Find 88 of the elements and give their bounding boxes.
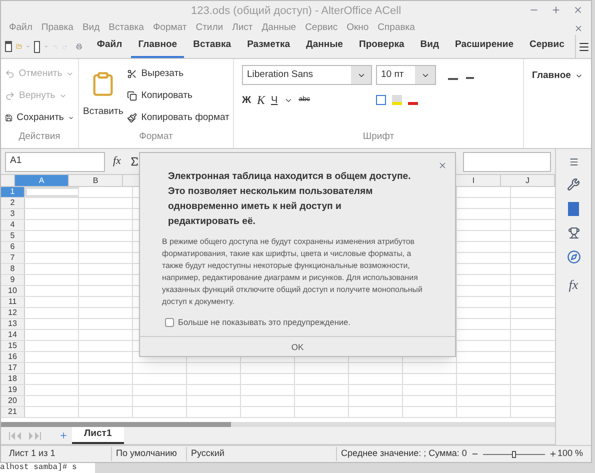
wrench-icon[interactable] [567, 178, 580, 191]
row-header[interactable]: 9 [1, 275, 25, 285]
terminal-text: alhost samba]# s [0, 463, 95, 473]
caret-icon [68, 114, 74, 122]
ribbon-tab[interactable]: Файл [90, 35, 130, 58]
close-icon[interactable] [573, 5, 583, 15]
ribbon-tab[interactable]: Разметка [240, 35, 298, 58]
row-header[interactable]: 7 [1, 253, 25, 263]
maximize-icon[interactable] [551, 5, 561, 15]
window-title: 123.ods (общий доступ) - AlterOffice ACell [190, 4, 402, 19]
group-label: Формат [138, 130, 174, 144]
row-header[interactable]: 20 [1, 396, 25, 406]
row-header[interactable]: 12 [1, 308, 25, 318]
row-header[interactable]: 17 [1, 363, 25, 373]
status-text: По умолчанию [111, 447, 186, 461]
ribbon-tab[interactable]: Вид [413, 35, 446, 58]
zoom-thumb[interactable] [512, 450, 516, 458]
ribbon-tab[interactable]: Проверка [352, 35, 412, 58]
checkbox-label: Больше не показывать это предупреждение. [178, 316, 350, 328]
scissors-icon [127, 69, 138, 79]
row-header[interactable]: 2 [1, 198, 25, 208]
sheet-navigation-icon [9, 432, 43, 440]
caret-icon [59, 92, 68, 100]
ok-button[interactable]: OK [140, 336, 455, 356]
status-text: Лист 1 из 1 [8, 447, 56, 460]
menu-button[interactable] [575, 35, 591, 58]
zoom-text: 100 % [557, 447, 584, 460]
save-icon [5, 113, 13, 123]
bold-button[interactable]: Ж [242, 92, 252, 108]
copy-button[interactable]: Копировать [127, 85, 230, 107]
trophy-icon[interactable] [568, 227, 580, 239]
sum-icon[interactable] [128, 156, 140, 167]
template-icon[interactable] [34, 40, 40, 52]
row-header[interactable]: 21 [1, 407, 25, 417]
borders-icon [376, 95, 386, 105]
window-icon[interactable] [5, 41, 12, 52]
row-header[interactable]: 18 [1, 374, 25, 384]
formula-field[interactable] [462, 152, 551, 172]
row-header[interactable]: 4 [1, 220, 25, 230]
sidebar-menu-icon[interactable] [568, 157, 578, 167]
menu-icon [578, 40, 590, 52]
style-dropdown[interactable]: Главное [532, 69, 583, 84]
paintbrush-icon [127, 113, 138, 123]
group-label: Действия [18, 130, 62, 144]
paste-button[interactable]: Вставить [83, 63, 124, 129]
row-header[interactable]: 16 [1, 352, 25, 362]
column-header[interactable]: J [501, 175, 555, 186]
underline-button[interactable]: Ч [271, 92, 278, 108]
font-name-field[interactable]: Liberation Sans [242, 65, 372, 85]
undo-icon [5, 69, 15, 79]
ribbon-tab[interactable]: Данные [299, 35, 350, 58]
row-header[interactable]: 15 [1, 341, 25, 351]
ribbon-tab[interactable]: Вставка [186, 35, 238, 58]
row-header[interactable]: 10 [1, 286, 25, 296]
close-icon[interactable] [438, 161, 447, 170]
copy-icon [127, 91, 138, 101]
group-label: Шрифт [362, 130, 396, 144]
font-size-field[interactable]: 10 пт [376, 65, 436, 85]
close-document-icon[interactable] [574, 24, 583, 32]
row-header[interactable]: 13 [1, 319, 25, 329]
column-header[interactable]: B [69, 175, 123, 186]
cut-button[interactable]: Вырезать [127, 63, 230, 85]
name-box[interactable]: A1 [5, 152, 105, 172]
checkbox[interactable] [165, 318, 174, 327]
status-text: Среднее значение: ; Сумма: 0 [336, 447, 471, 461]
status-text: Русский [186, 447, 266, 461]
caret-icon [66, 70, 74, 78]
highlight-icon [392, 95, 402, 105]
row-header[interactable]: 5 [1, 231, 25, 241]
redo-icon [5, 91, 15, 101]
action-button[interactable]: Сохранить [5, 107, 74, 129]
navigator-icon[interactable] [566, 250, 580, 264]
dialog-heading: Электронная таблица находится в общем доступе. Это позволяет нескольким пользователям одновременно иметь к ней доступ и редактировать её. [168, 170, 411, 229]
clone-format-button[interactable]: Копировать формат [127, 107, 230, 129]
zoom-in-icon[interactable] [549, 450, 557, 458]
italic-button[interactable]: К [257, 91, 266, 109]
row-header[interactable]: 8 [1, 264, 25, 274]
row-header[interactable]: 6 [1, 242, 25, 252]
row-header[interactable]: 19 [1, 385, 25, 395]
ribbon-tab[interactable]: Сервис [522, 35, 572, 58]
add-sheet-icon[interactable] [59, 431, 68, 440]
row-header[interactable]: 11 [1, 297, 25, 307]
row-header[interactable]: 3 [1, 209, 25, 219]
ribbon-tab[interactable]: Расширение [448, 35, 520, 58]
row-header[interactable]: 14 [1, 330, 25, 340]
functions-button[interactable]: fx [568, 275, 578, 294]
sheet-tab[interactable]: Лист1 [72, 427, 124, 444]
function-wizard-button[interactable]: fx [113, 153, 121, 170]
